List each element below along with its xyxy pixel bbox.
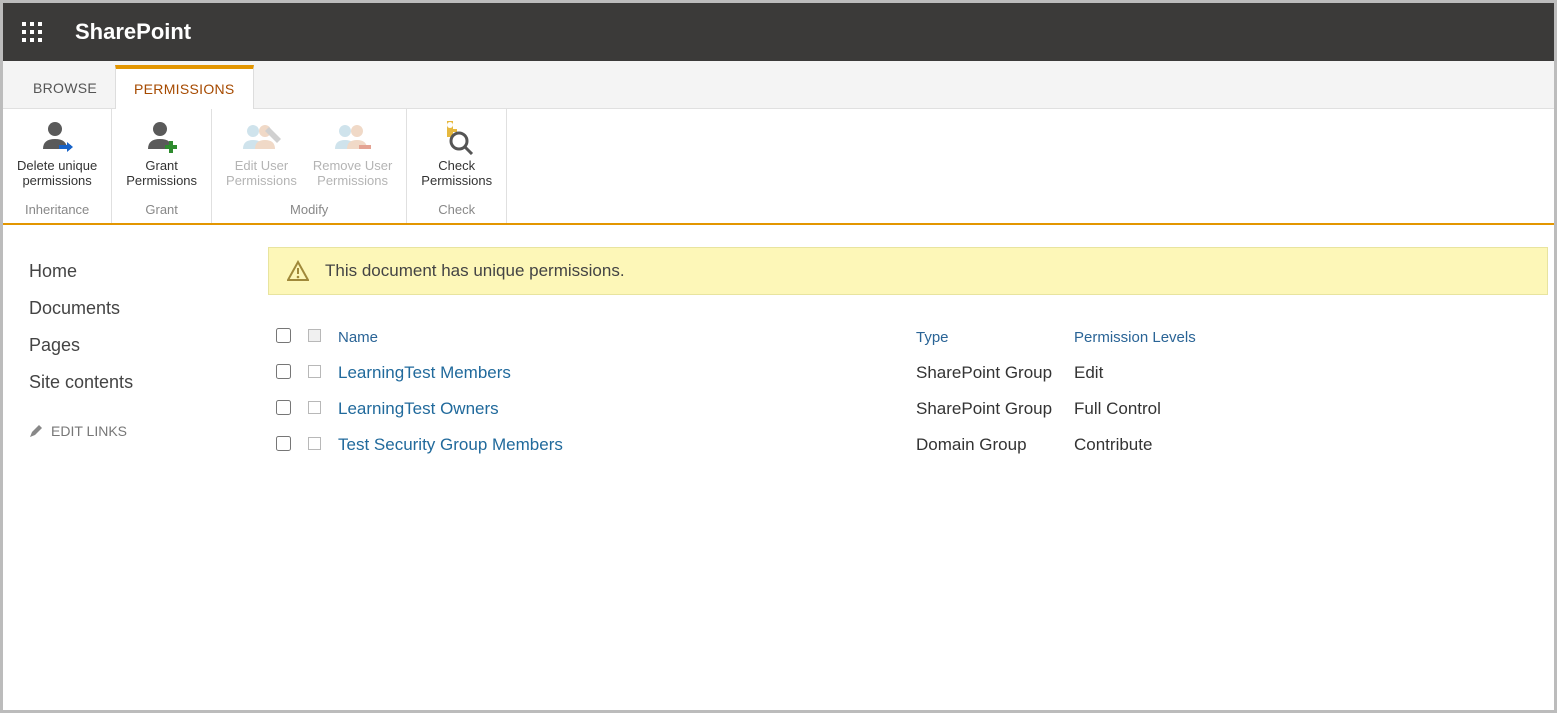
notice-bar: This document has unique permissions. bbox=[268, 247, 1548, 295]
nav-pages[interactable]: Pages bbox=[29, 327, 268, 364]
row-checkbox[interactable] bbox=[276, 400, 291, 415]
edit-links-label: EDIT LINKS bbox=[51, 423, 127, 439]
principal-link[interactable]: LearningTest Members bbox=[338, 363, 511, 382]
ribbon: Delete unique permissions Inheritance bbox=[3, 109, 1554, 225]
edit-user-permissions-button[interactable]: Edit User Permissions bbox=[218, 113, 305, 200]
permission-level: Full Control bbox=[1068, 392, 1546, 426]
check-permissions-button[interactable]: Check Permissions bbox=[413, 113, 500, 200]
user-plus-icon bbox=[142, 117, 182, 155]
delete-unique-label: Delete unique permissions bbox=[17, 159, 97, 189]
remove-user-permissions-button[interactable]: Remove User Permissions bbox=[305, 113, 400, 200]
app-launcher-button[interactable] bbox=[3, 3, 61, 61]
col-header-levels[interactable]: Permission Levels bbox=[1068, 321, 1546, 354]
delete-unique-permissions-button[interactable]: Delete unique permissions bbox=[9, 113, 105, 200]
ribbon-group-check: Check Permissions Check bbox=[407, 109, 507, 223]
app-title: SharePoint bbox=[75, 19, 191, 45]
select-all-checkbox[interactable] bbox=[276, 328, 291, 343]
grant-permissions-button[interactable]: Grant Permissions bbox=[118, 113, 205, 200]
table-row: LearningTest Owners SharePoint Group Ful… bbox=[270, 392, 1546, 426]
key-magnifier-icon bbox=[437, 117, 477, 155]
row-checkbox[interactable] bbox=[276, 364, 291, 379]
nav-home[interactable]: Home bbox=[29, 253, 268, 290]
waffle-icon bbox=[22, 22, 42, 42]
grant-label: Grant Permissions bbox=[126, 159, 197, 189]
ribbon-group-label-modify: Modify bbox=[218, 200, 400, 221]
edit-links-button[interactable]: EDIT LINKS bbox=[29, 423, 268, 439]
ribbon-group-inheritance: Delete unique permissions Inheritance bbox=[3, 109, 112, 223]
ribbon-group-label-grant: Grant bbox=[118, 200, 205, 221]
edit-user-label: Edit User Permissions bbox=[226, 159, 297, 189]
row-checkbox[interactable] bbox=[276, 436, 291, 451]
suite-bar: SharePoint bbox=[3, 3, 1554, 61]
permission-level: Contribute bbox=[1068, 428, 1546, 462]
tab-permissions[interactable]: PERMISSIONS bbox=[115, 65, 254, 109]
nav-documents[interactable]: Documents bbox=[29, 290, 268, 327]
edit-header-icon bbox=[308, 329, 321, 342]
edit-row-icon[interactable] bbox=[308, 365, 321, 378]
user-arrow-icon bbox=[37, 117, 77, 155]
main-content: This document has unique permissions. Na… bbox=[268, 225, 1554, 464]
table-row: Test Security Group Members Domain Group… bbox=[270, 428, 1546, 462]
principal-type: Domain Group bbox=[910, 428, 1066, 462]
users-pencil-icon bbox=[239, 117, 283, 155]
principal-link[interactable]: LearningTest Owners bbox=[338, 399, 499, 418]
permission-level: Edit bbox=[1068, 356, 1546, 390]
edit-row-icon[interactable] bbox=[308, 401, 321, 414]
notice-text: This document has unique permissions. bbox=[325, 261, 625, 281]
col-header-type[interactable]: Type bbox=[910, 321, 1066, 354]
principal-type: SharePoint Group bbox=[910, 356, 1066, 390]
ribbon-group-grant: Grant Permissions Grant bbox=[112, 109, 212, 223]
ribbon-group-modify: Edit User Permissions Remove User Permis… bbox=[212, 109, 407, 223]
pencil-icon bbox=[29, 424, 43, 438]
col-header-name[interactable]: Name bbox=[332, 321, 908, 354]
nav-site-contents[interactable]: Site contents bbox=[29, 364, 268, 401]
ribbon-group-label-check: Check bbox=[413, 200, 500, 221]
ribbon-tabs: BROWSE PERMISSIONS bbox=[3, 61, 1554, 109]
principal-type: SharePoint Group bbox=[910, 392, 1066, 426]
remove-user-label: Remove User Permissions bbox=[313, 159, 392, 189]
warning-icon bbox=[287, 260, 309, 282]
check-label: Check Permissions bbox=[421, 159, 492, 189]
principal-link[interactable]: Test Security Group Members bbox=[338, 435, 563, 454]
permissions-table: Name Type Permission Levels LearningTest… bbox=[268, 319, 1548, 464]
edit-row-icon[interactable] bbox=[308, 437, 321, 450]
left-navigation: Home Documents Pages Site contents EDIT … bbox=[3, 225, 268, 464]
table-row: LearningTest Members SharePoint Group Ed… bbox=[270, 356, 1546, 390]
ribbon-group-label-inheritance: Inheritance bbox=[9, 200, 105, 221]
users-minus-icon bbox=[331, 117, 375, 155]
tab-browse[interactable]: BROWSE bbox=[15, 68, 115, 108]
